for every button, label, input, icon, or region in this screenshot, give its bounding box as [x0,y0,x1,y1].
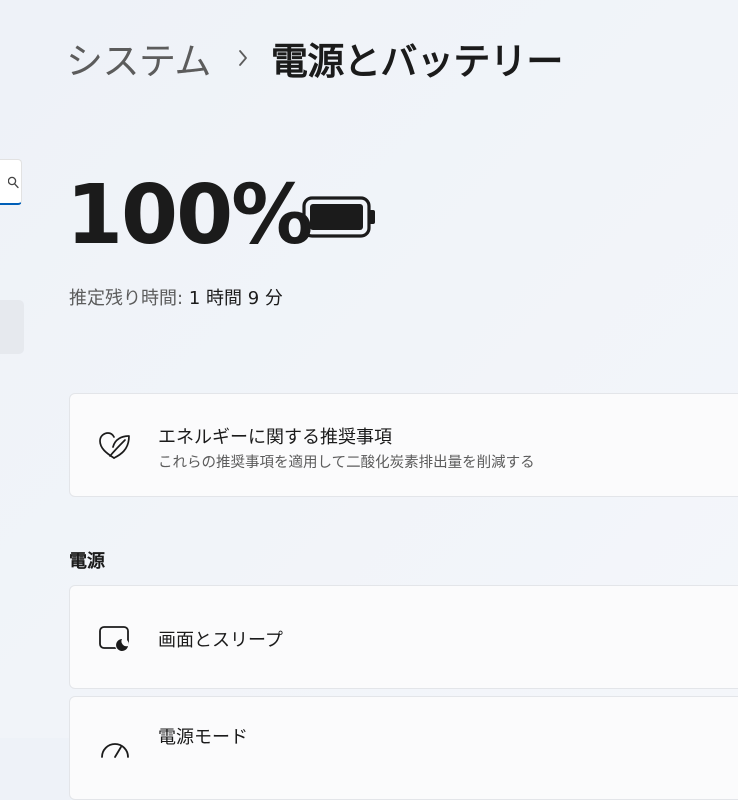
nav-item-system-selected[interactable] [0,300,24,354]
estimated-time-remaining: 推定残り時間: 1 時間 9 分 [69,284,283,310]
breadcrumb-system-link[interactable]: システム [66,31,211,85]
power-mode-card[interactable]: 電源モード [69,696,738,800]
card-title: エネルギーに関する推奨事項 [158,427,392,448]
card-title: 電源モード [158,727,248,748]
battery-level-fill [310,204,363,230]
page-title: 電源とバッテリー [270,40,564,83]
chevron-right-icon [237,49,249,67]
remaining-value: 1 時間 9 分 [188,288,283,309]
search-input[interactable] [0,159,22,205]
remaining-label: 推定残り時間: [69,288,184,309]
section-header-power: 電源 [69,551,105,572]
screen-sleep-icon [99,626,129,652]
card-title: 画面とスリープ [158,630,283,651]
energy-recommendations-card[interactable]: エネルギーに関する推奨事項 これらの推奨事項を適用して二酸化炭素排出量を削減する [69,393,738,497]
screen-and-sleep-card[interactable]: 画面とスリープ [69,585,738,689]
breadcrumb: システム 電源とバッテリー [66,30,563,86]
leaf-heart-icon [99,432,130,459]
battery-icon [302,196,375,238]
search-icon [8,176,19,189]
card-subtitle: これらの推奨事項を適用して二酸化炭素排出量を削減する [158,455,535,471]
battery-percentage: 100% [66,168,313,263]
